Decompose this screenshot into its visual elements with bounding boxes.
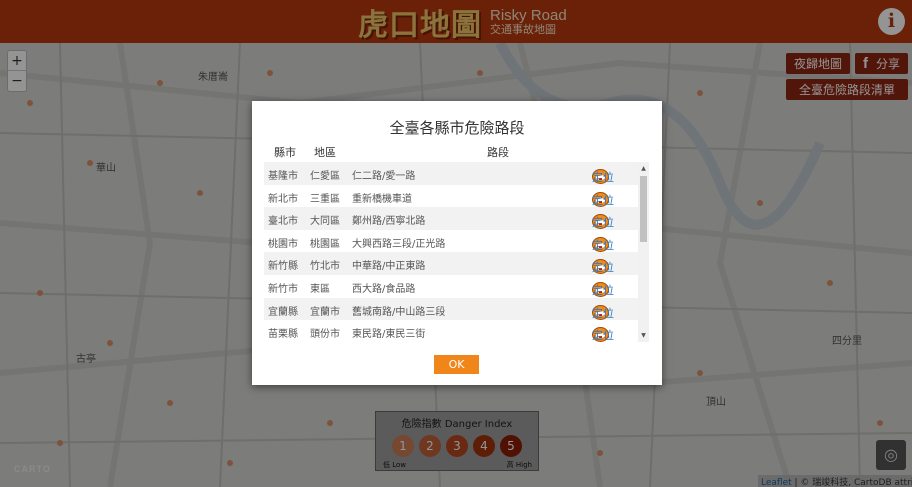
locate-label: 定位 xyxy=(592,329,614,342)
row-county: 宜蘭縣 xyxy=(268,306,298,318)
row-road: 仁二路/愛一路 xyxy=(352,171,416,182)
row-district: 頭份市 xyxy=(310,329,340,341)
row-road: 重新橋機車道 xyxy=(352,193,412,205)
list-scrollbar[interactable]: ▲ ▼ xyxy=(638,162,649,342)
table-row: 宜蘭縣 宜蘭市 舊城南路/中山路三段 定位 xyxy=(264,297,638,321)
column-county: 縣市 xyxy=(274,146,296,159)
table-row: 新北市 三重區 重新橋機車道 定位 xyxy=(264,185,638,208)
row-road: 西大路/食品路 xyxy=(352,283,416,295)
table-row: 基隆市 仁愛區 仁二路/愛一路 定位 xyxy=(264,162,638,185)
ok-button[interactable]: OK xyxy=(434,355,479,374)
row-county: 基隆市 xyxy=(268,171,298,182)
row-district: 宜蘭市 xyxy=(310,306,340,318)
table-row: 苗栗縣 頭份市 東民路/東民三街 定位 xyxy=(264,320,638,342)
row-county: 新竹市 xyxy=(268,283,298,295)
locate-label: 定位 xyxy=(592,283,614,297)
row-county: 新竹縣 xyxy=(268,261,298,273)
table-row: 桃園市 桃園區 大興西路三段/正光路 定位 xyxy=(264,230,638,253)
row-district: 大同區 xyxy=(310,216,340,228)
table-row: 臺北市 大同區 鄭州路/西寧北路 定位 xyxy=(264,207,638,230)
row-district: 桃園區 xyxy=(310,238,340,250)
row-district: 竹北市 xyxy=(310,261,340,273)
table-row: 新竹縣 竹北市 中華路/中正東路 定位 xyxy=(264,252,638,275)
scrollbar-thumb[interactable] xyxy=(640,176,647,242)
row-county: 新北市 xyxy=(268,193,298,205)
row-county: 桃園市 xyxy=(268,238,298,250)
locate-label: 定位 xyxy=(592,216,614,230)
row-district: 三重區 xyxy=(310,193,340,205)
modal-title: 全臺各縣市危險路段 xyxy=(389,119,525,137)
locate-label: 定位 xyxy=(592,306,614,320)
row-district: 東區 xyxy=(310,283,330,295)
scroll-up-icon[interactable]: ▲ xyxy=(638,165,649,172)
table-row: 新竹市 東區 西大路/食品路 定位 xyxy=(264,275,638,298)
column-road: 路段 xyxy=(487,146,509,159)
danger-road-modal: 全臺各縣市危險路段 縣市 地區 路段 基隆市 仁愛區 仁二路/愛一路 定位 新北市 三重區… xyxy=(252,101,662,385)
scroll-down-icon[interactable]: ▼ xyxy=(638,332,649,339)
row-road: 中華路/中正東路 xyxy=(352,261,426,273)
row-district: 仁愛區 xyxy=(310,171,340,182)
locate-label: 定位 xyxy=(592,261,614,275)
locate-label: 定位 xyxy=(592,238,614,252)
row-county: 臺北市 xyxy=(268,216,298,228)
table-header: 縣市 地區 路段 xyxy=(264,144,649,162)
row-road: 大興西路三段/正光路 xyxy=(352,238,446,250)
row-road: 舊城南路/中山路三段 xyxy=(352,306,446,318)
column-district: 地區 xyxy=(314,146,336,159)
locate-label: 定位 xyxy=(592,193,614,207)
road-list[interactable]: 基隆市 仁愛區 仁二路/愛一路 定位 新北市 三重區 重新橋機車道 定位 臺北市 大同區 鄭州路/西… xyxy=(264,162,638,342)
row-road: 東民路/東民三街 xyxy=(352,329,426,341)
locate-label: 定位 xyxy=(592,171,614,184)
row-road: 鄭州路/西寧北路 xyxy=(352,216,426,228)
row-county: 苗栗縣 xyxy=(268,329,298,341)
